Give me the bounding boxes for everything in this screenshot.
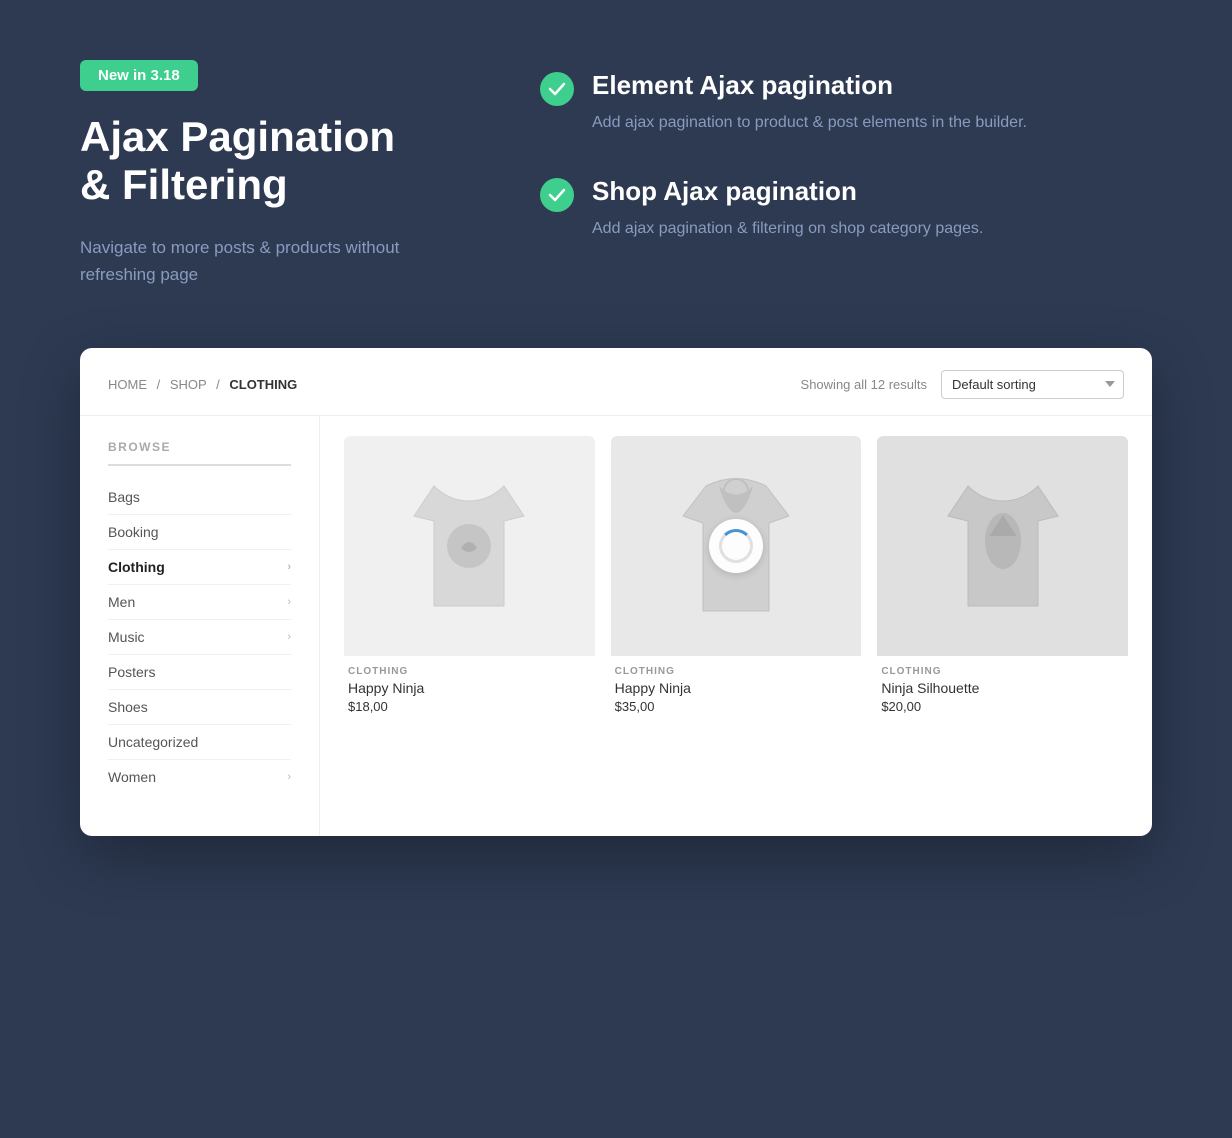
sidebar-item-uncategorized[interactable]: Uncategorized xyxy=(108,725,291,760)
sidebar-label-music: Music xyxy=(108,629,145,645)
breadcrumb-sep-1: / xyxy=(157,377,161,392)
chevron-icon-men: › xyxy=(287,596,291,608)
sidebar-label-women: Women xyxy=(108,769,156,785)
breadcrumb-current: CLOTHING xyxy=(229,377,297,392)
product-info-3: CLOTHING Ninja Silhouette $20,00 xyxy=(877,656,1128,718)
sidebar-item-posters[interactable]: Posters xyxy=(108,655,291,690)
product-image-3 xyxy=(877,436,1128,656)
results-info: Showing all 12 results Default sorting S… xyxy=(801,370,1124,399)
product-info-1: CLOTHING Happy Ninja $18,00 xyxy=(344,656,595,718)
products-grid: CLOTHING Happy Ninja $18,00 xyxy=(320,416,1152,836)
chevron-icon-clothing: › xyxy=(287,561,291,573)
breadcrumb: HOME / SHOP / CLOTHING xyxy=(108,377,297,392)
product-price-2: $35,00 xyxy=(615,699,858,714)
browse-label: BROWSE xyxy=(108,440,291,454)
product-name-1: Happy Ninja xyxy=(348,680,591,696)
product-card-3[interactable]: CLOTHING Ninja Silhouette $20,00 xyxy=(877,436,1128,718)
product-image-2 xyxy=(611,436,862,656)
sidebar-item-music[interactable]: Music › xyxy=(108,620,291,655)
version-badge: New in 3.18 xyxy=(80,60,198,91)
check-icon-2 xyxy=(540,178,574,212)
sort-select[interactable]: Default sorting Sort by popularity Sort … xyxy=(941,370,1124,399)
product-card-2[interactable]: CLOTHING Happy Ninja $35,00 xyxy=(611,436,862,718)
hero-title: Ajax Pagination& Filtering xyxy=(80,113,460,210)
browse-divider xyxy=(108,464,291,466)
feature-shop-ajax: Shop Ajax pagination Add ajax pagination… xyxy=(540,176,1152,242)
check-icon-1 xyxy=(540,72,574,106)
sidebar-label-men: Men xyxy=(108,594,135,610)
sidebar-item-men[interactable]: Men › xyxy=(108,585,291,620)
breadcrumb-sep-2: / xyxy=(216,377,220,392)
hero-description: Navigate to more posts & products withou… xyxy=(80,234,460,288)
sidebar-label-uncategorized: Uncategorized xyxy=(108,734,198,750)
sidebar-item-clothing[interactable]: Clothing › xyxy=(108,550,291,585)
sidebar-label-shoes: Shoes xyxy=(108,699,148,715)
breadcrumb-home[interactable]: HOME xyxy=(108,377,147,392)
results-text: Showing all 12 results xyxy=(801,377,927,392)
product-image-1 xyxy=(344,436,595,656)
breadcrumb-shop[interactable]: SHOP xyxy=(170,377,207,392)
product-category-2: CLOTHING xyxy=(615,666,858,677)
hero-left: New in 3.18 Ajax Pagination& Filtering N… xyxy=(80,60,460,288)
hero-right: Element Ajax pagination Add ajax paginat… xyxy=(540,60,1152,288)
tshirt-svg-1 xyxy=(404,466,534,626)
sidebar-item-shoes[interactable]: Shoes xyxy=(108,690,291,725)
feature-1-desc: Add ajax pagination to product & post el… xyxy=(592,111,1027,136)
product-category-3: CLOTHING xyxy=(881,666,1124,677)
product-category-1: CLOTHING xyxy=(348,666,591,677)
sidebar-label-clothing: Clothing xyxy=(108,559,165,575)
shop-body: BROWSE Bags Booking Clothing › Men › Mus… xyxy=(80,416,1152,836)
sidebar-label-booking: Booking xyxy=(108,524,159,540)
feature-1-title: Element Ajax pagination xyxy=(592,70,1027,101)
chevron-icon-women: › xyxy=(287,771,291,783)
sidebar-label-posters: Posters xyxy=(108,664,155,680)
shop-card: HOME / SHOP / CLOTHING Showing all 12 re… xyxy=(80,348,1152,836)
shop-header: HOME / SHOP / CLOTHING Showing all 12 re… xyxy=(80,348,1152,416)
product-price-1: $18,00 xyxy=(348,699,591,714)
product-card-1[interactable]: CLOTHING Happy Ninja $18,00 xyxy=(344,436,595,718)
sidebar-item-women[interactable]: Women › xyxy=(108,760,291,794)
product-name-2: Happy Ninja xyxy=(615,680,858,696)
shop-sidebar: BROWSE Bags Booking Clothing › Men › Mus… xyxy=(80,416,320,836)
feature-2-desc: Add ajax pagination & filtering on shop … xyxy=(592,217,983,242)
product-price-3: $20,00 xyxy=(881,699,1124,714)
feature-element-ajax: Element Ajax pagination Add ajax paginat… xyxy=(540,70,1152,136)
tshirt-svg-2 xyxy=(938,466,1068,626)
chevron-icon-music: › xyxy=(287,631,291,643)
loading-spinner xyxy=(719,529,753,563)
hero-section: New in 3.18 Ajax Pagination& Filtering N… xyxy=(80,60,1152,288)
loading-spinner-container xyxy=(709,519,763,573)
sidebar-label-bags: Bags xyxy=(108,489,140,505)
product-info-2: CLOTHING Happy Ninja $35,00 xyxy=(611,656,862,718)
product-name-3: Ninja Silhouette xyxy=(881,680,1124,696)
sidebar-item-booking[interactable]: Booking xyxy=(108,515,291,550)
feature-2-title: Shop Ajax pagination xyxy=(592,176,983,207)
sidebar-item-bags[interactable]: Bags xyxy=(108,480,291,515)
